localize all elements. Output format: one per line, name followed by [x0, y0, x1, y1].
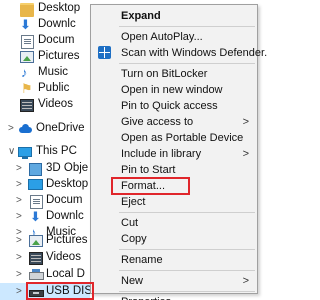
nav-item-label: Videos — [46, 251, 81, 263]
nav-item-label: Downlc — [46, 210, 84, 222]
nav-item-label: Docum — [38, 34, 75, 46]
menu-separator — [119, 26, 255, 27]
menu-item-label: Copy — [121, 233, 147, 245]
desktop-icon — [20, 3, 34, 17]
collapse-chevron-icon[interactable]: ∨ — [8, 143, 15, 160]
menu-item-label: Scan with Windows Defender... — [121, 47, 268, 59]
videos-icon — [20, 99, 34, 112]
menu-item-label: Eject — [121, 196, 146, 208]
explorer-screenshot: Desktop ⬇ Downlc Docum Pictures ♪ Music … — [0, 0, 268, 300]
submenu-arrow-icon: > — [242, 148, 249, 160]
nav-item-label: Desktop — [46, 178, 89, 190]
menu-item-label: Include in library — [121, 148, 202, 160]
menu-item-include-library[interactable]: Include in library > — [91, 146, 257, 162]
document-icon — [21, 35, 34, 49]
nav-item-label: 3D Obje — [46, 162, 89, 174]
expand-chevron-icon[interactable]: > — [16, 192, 22, 209]
download-icon: ⬇ — [20, 17, 31, 32]
menu-item-pin-start[interactable]: Pin to Start — [91, 162, 257, 178]
expand-chevron-icon[interactable]: > — [16, 249, 22, 266]
menu-item-label: Pin to Quick access — [121, 100, 218, 112]
menu-item-open-new-window[interactable]: Open in new window — [91, 82, 257, 98]
menu-item-label: Turn on BitLocker — [121, 68, 208, 80]
menu-item-new[interactable]: New > — [91, 273, 257, 289]
menu-item-label: Open as Portable Device — [121, 132, 244, 144]
usb-highlight-box — [26, 282, 94, 300]
menu-item-scan-defender[interactable]: Scan with Windows Defender... — [91, 45, 268, 61]
local-disk-icon — [29, 269, 44, 280]
menu-separator — [119, 249, 255, 250]
menu-item-expand[interactable]: Expand — [91, 8, 257, 24]
expand-chevron-icon[interactable]: > — [8, 120, 14, 137]
nav-item-label: Pictures — [46, 234, 88, 246]
menu-item-cut[interactable]: Cut — [91, 215, 257, 231]
expand-chevron-icon[interactable]: > — [16, 176, 22, 193]
menu-item-open-portable-device[interactable]: Open as Portable Device — [91, 130, 257, 146]
videos-icon — [29, 252, 43, 265]
menu-item-label: Expand — [121, 10, 161, 22]
submenu-arrow-icon: > — [242, 275, 249, 287]
nav-item-label: Desktop — [38, 2, 81, 14]
menu-item-pin-quick-access[interactable]: Pin to Quick access — [91, 98, 257, 114]
context-menu: Expand Open AutoPlay... Scan with Windows … — [90, 4, 268, 300]
nav-item-label: Videos — [38, 98, 73, 110]
menu-item-label: Rename — [121, 254, 163, 266]
menu-item-label: Pin to Start — [121, 164, 176, 176]
nav-item-label: Docum — [46, 194, 83, 206]
menu-item-label: Open in new window — [121, 84, 223, 96]
pictures-icon — [20, 51, 34, 63]
pc-icon — [18, 147, 32, 159]
menu-item-properties[interactable]: Properties — [91, 294, 257, 300]
3d-objects-icon — [29, 163, 42, 176]
menu-item-copy[interactable]: Copy — [91, 231, 257, 247]
nav-item-label: Pictures — [38, 50, 80, 62]
expand-chevron-icon[interactable]: > — [16, 208, 22, 225]
nav-item-label: Downlc — [38, 18, 76, 30]
menu-item-open-autoplay[interactable]: Open AutoPlay... — [91, 29, 257, 45]
download-icon: ⬇ — [30, 209, 41, 224]
menu-item-give-access[interactable]: Give access to > — [91, 114, 257, 130]
menu-separator — [119, 63, 255, 64]
expand-chevron-icon[interactable]: > — [16, 160, 22, 177]
nav-item-label: Public — [38, 82, 70, 94]
desktop-icon — [28, 179, 43, 190]
menu-separator — [119, 270, 255, 271]
submenu-arrow-icon: > — [242, 116, 249, 128]
menu-item-label: New — [121, 275, 144, 287]
format-highlight-box — [111, 177, 190, 195]
music-icon: ♪ — [21, 65, 28, 80]
menu-item-label: Cut — [121, 217, 139, 229]
nav-item-label: Local D — [46, 268, 85, 280]
nav-item-label: This PC — [36, 145, 77, 157]
menu-item-rename[interactable]: Rename — [91, 252, 257, 268]
nav-item-label: OneDrive — [36, 122, 85, 134]
menu-separator — [119, 291, 255, 292]
expand-chevron-icon[interactable]: > — [16, 266, 22, 283]
expand-chevron-icon[interactable]: > — [16, 283, 22, 300]
pictures-icon — [29, 235, 43, 247]
expand-chevron-icon[interactable]: > — [16, 232, 22, 249]
nav-item-label: Music — [38, 66, 69, 78]
menu-item-bitlocker[interactable]: Turn on BitLocker — [91, 66, 257, 82]
public-icon: ⚑ — [21, 81, 33, 96]
document-icon — [30, 195, 43, 209]
menu-item-label: Open AutoPlay... — [121, 31, 203, 43]
menu-item-label: Give access to — [121, 116, 194, 128]
onedrive-icon — [18, 123, 32, 135]
windows-defender-icon — [98, 46, 111, 59]
menu-separator — [119, 212, 255, 213]
menu-item-eject[interactable]: Eject — [91, 194, 257, 210]
menu-item-label: Properties — [121, 294, 171, 300]
